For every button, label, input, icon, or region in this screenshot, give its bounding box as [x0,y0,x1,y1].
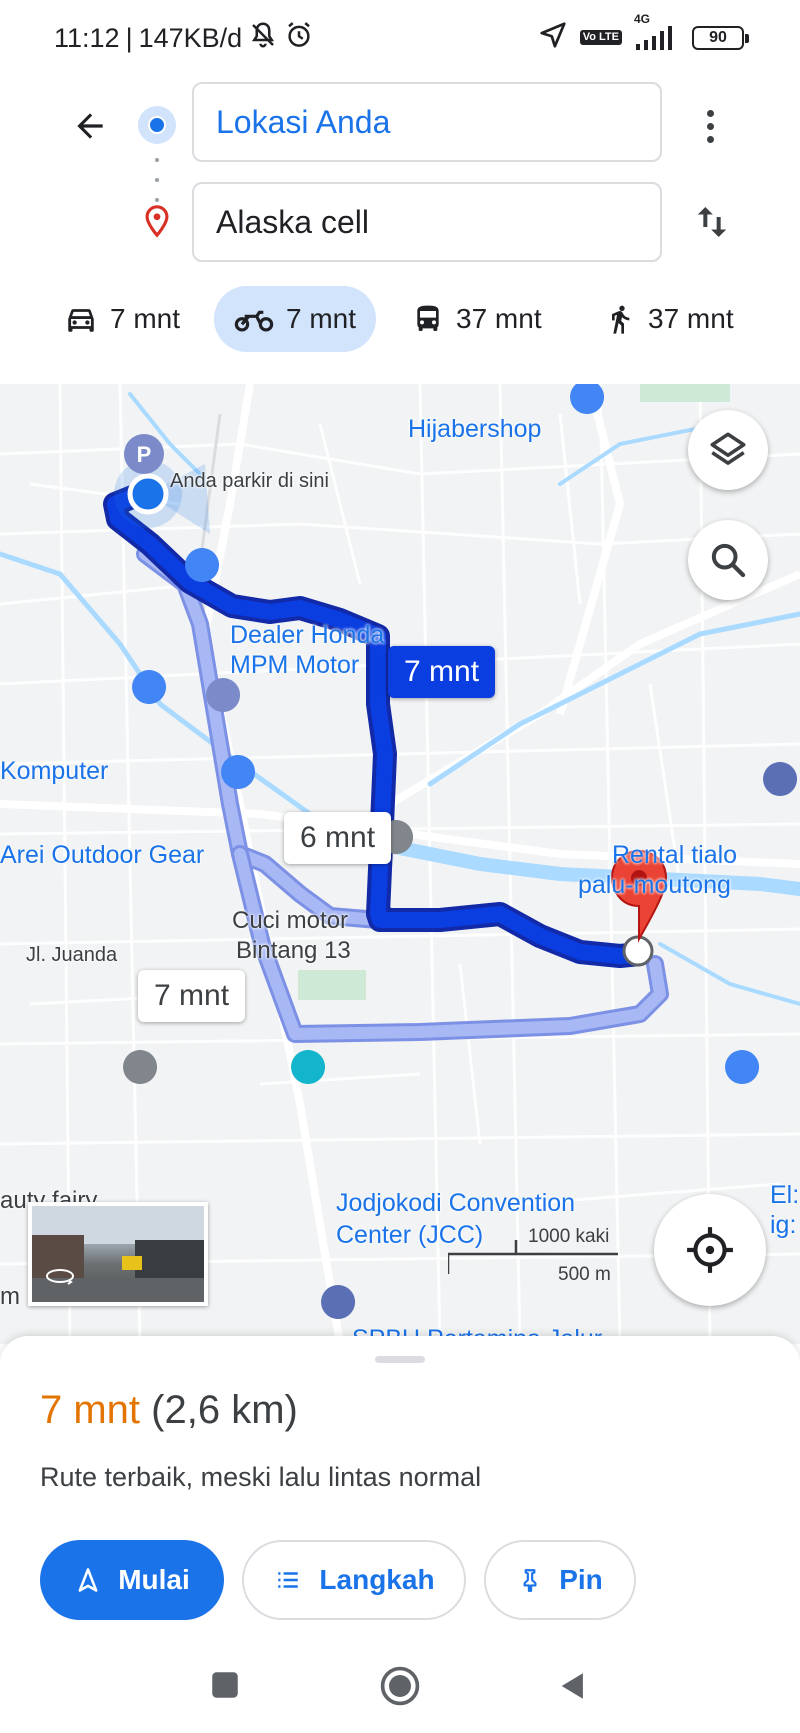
mode-car-label: 7 mnt [110,303,181,334]
recents-button[interactable] [208,1668,242,1707]
start-button[interactable]: Mulai [40,1540,224,1620]
street-view-thumbnail[interactable] [28,1202,208,1306]
poi-rental-line2[interactable]: palu-moutong [578,870,731,900]
battery-indicator: 90 [692,25,749,50]
home-button[interactable] [378,1664,422,1713]
more-options-button[interactable] [690,98,730,154]
origin-field[interactable]: Lokasi Anda [192,82,662,162]
mode-walk-label: 37 mnt [648,303,734,334]
mode-motorcycle[interactable]: 7 mnt [214,286,377,352]
status-left: 11:12 | 147KB/d [54,20,314,57]
route-connector [155,158,159,202]
route-bottom-sheet[interactable]: 7 mnt (2,6 km) Rute terbaik, meski lalu … [0,1336,800,1666]
status-separator: | [125,23,133,53]
home-circle-icon [380,1666,420,1706]
arrow-back-icon [77,113,103,139]
poi-dealer-honda-line1[interactable]: Dealer Honda [230,620,384,650]
triangle-back-icon [561,1673,583,1699]
street-jl-juanda: Jl. Juanda [26,944,118,966]
poi-cuci-motor-line2[interactable]: Bintang 13 [236,936,351,966]
poi-rental-line1[interactable]: Rental tialo [612,840,737,870]
poi-edge-ig: ig: [770,1211,797,1239]
poi-dealer-honda-line2[interactable]: MPM Motor [230,650,359,680]
walk-icon [612,305,630,334]
eta-time: 7 mnt [40,1388,141,1432]
navigation-arrow-icon [78,1568,98,1592]
steps-button-label: Langkah [319,1564,435,1595]
layers-button[interactable] [688,410,768,490]
route-tag-alt-1[interactable]: 6 mnt [284,812,392,864]
route-tag-alt-2[interactable]: 7 mnt [138,970,246,1022]
svg-text:P: P [137,442,152,467]
poi-arei-outdoor[interactable]: Arei Outdoor Gear [0,840,204,870]
map-view[interactable]: P Hijabershop Anda parkir di sini Dealer… [0,384,800,1344]
destination-pin-icon [140,202,174,245]
mute-bell-icon [248,20,278,57]
poi-komputer[interactable]: Komputer [0,756,108,786]
back-button[interactable] [66,102,114,150]
swap-vertical-icon [697,207,727,237]
mode-transit-label: 37 mnt [456,303,542,334]
status-bar: 11:12 | 147KB/d Vo LTE 4G 90 [0,0,800,72]
origin-dot-icon [138,106,176,144]
pin-button-label: Pin [559,1564,603,1595]
scale-feet-label: 1000 kaki [528,1226,610,1247]
poi-edge-el: El: [770,1181,800,1209]
travel-mode-bar: 7 mnt 7 mnt 37 mnt 37 mnt [0,286,800,356]
start-button-label: Mulai [118,1564,190,1595]
search-map-button[interactable] [688,520,768,600]
bus-icon [417,305,439,331]
motorcycle-icon [234,310,274,332]
status-time: 11:12 [54,23,120,53]
directions-header: Lokasi Anda Alaska cell 7 mnt 7 mnt 37 m… [0,72,800,384]
eta-summary: 7 mnt (2,6 km) [40,1388,298,1433]
square-icon [212,1672,238,1698]
car-icon [68,309,94,332]
mode-car[interactable]: 7 mnt [44,286,200,352]
destination-field[interactable]: Alaska cell [192,182,662,262]
status-net-speed: 147KB/d [138,23,243,53]
crosshair-icon [687,1227,733,1273]
steps-button[interactable]: Langkah [242,1540,466,1620]
mode-transit[interactable]: 37 mnt [392,286,562,352]
parking-label: Anda parkir di sini [170,470,329,492]
360-rotate-icon [46,1269,74,1285]
mode-motorcycle-label: 7 mnt [286,303,357,334]
back-nav-button[interactable] [556,1668,590,1709]
pushpin-icon [523,1569,537,1592]
volte-badge: Vo LTE [579,30,622,45]
scale-meters-label: 500 m [558,1264,611,1285]
poi-cuci-motor-line1[interactable]: Cuci motor [232,906,348,936]
system-nav-bar [0,1640,800,1733]
location-arrow-icon [538,20,568,55]
signal-icon: 4G [634,12,680,52]
route-actions: Mulai Langkah Pin [40,1540,636,1620]
map-scale: 1000 kaki 500 m [446,1226,618,1294]
poi-jcc-line1[interactable]: Jodjokodi Convention [336,1188,575,1218]
layers-icon [710,432,746,465]
pin-button[interactable]: Pin [484,1540,636,1620]
sheet-drag-handle[interactable] [375,1356,425,1363]
swap-button[interactable] [686,196,738,248]
search-icon [711,543,746,578]
route-summary: Rute terbaik, meski lalu lintas normal [40,1462,482,1492]
my-location-button[interactable] [654,1194,766,1306]
poi-edge-m: m [0,1283,20,1310]
poi-hijabershop[interactable]: Hijabershop [408,414,541,444]
network-type: 4G [634,11,651,26]
status-right: Vo LTE 4G 90 [538,12,749,55]
list-icon [278,1572,299,1588]
alarm-icon [284,20,314,57]
mode-walk[interactable]: 37 mnt [584,286,754,352]
eta-distance: (2,6 km) [151,1388,298,1432]
route-tag-primary[interactable]: 7 mnt [388,646,496,698]
